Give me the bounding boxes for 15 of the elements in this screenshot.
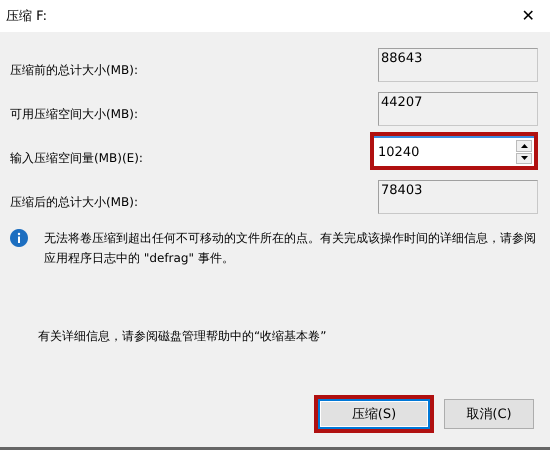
close-button[interactable]: ✕ xyxy=(512,2,544,30)
help-text: 有关详细信息，请参阅磁盘管理帮助中的“收缩基本卷” xyxy=(38,328,326,345)
info-icon xyxy=(10,229,28,247)
field-label: 压缩前的总计大小(MB): xyxy=(10,62,138,79)
dialog-button[interactable]: 取消(C) xyxy=(444,399,534,429)
readonly-field: 44207 xyxy=(378,92,538,126)
field-label: 可用压缩空间大小(MB): xyxy=(10,106,138,123)
window-title: 压缩 F: xyxy=(6,8,47,25)
dialog-button[interactable]: 压缩(S) xyxy=(318,399,430,429)
spin-field[interactable]: 10240 xyxy=(374,136,534,166)
readonly-field: 78403 xyxy=(378,180,538,214)
field-label: 输入压缩空间量(MB)(E): xyxy=(10,150,143,167)
info-text: 无法将卷压缩到超出任何不可移动的文件所在的点。有关完成该操作时间的详细信息，请参阅应用程序日志中的 "defrag" 事件。 xyxy=(44,230,537,267)
readonly-field: 88643 xyxy=(378,48,538,82)
field-label: 压缩后的总计大小(MB): xyxy=(10,194,138,211)
